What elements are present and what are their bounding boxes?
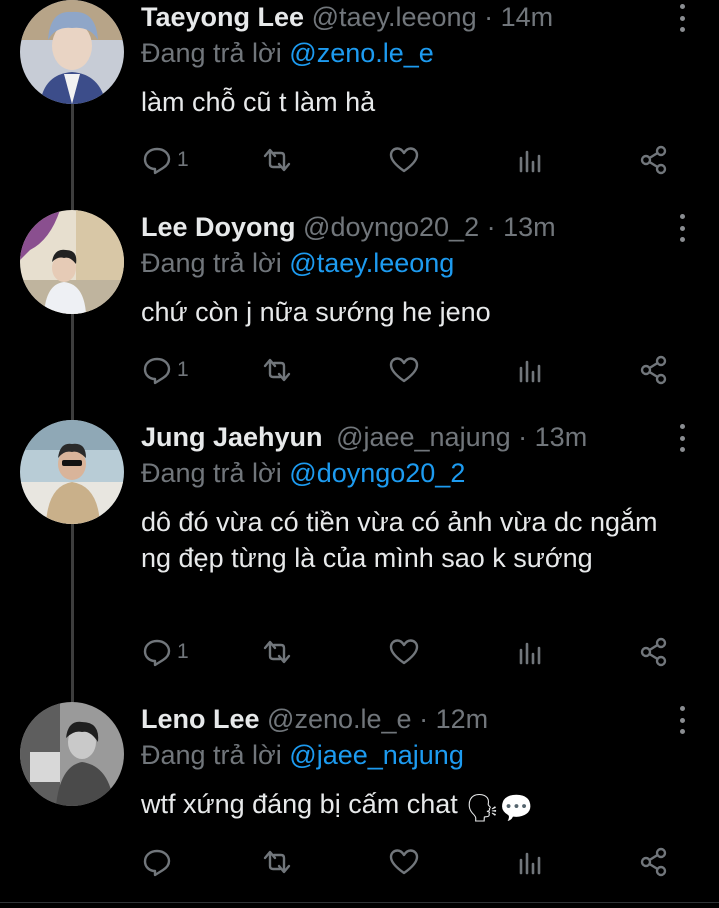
username[interactable]: @jaee_najung — [336, 422, 511, 452]
retweet-icon — [263, 148, 291, 172]
retweet-button[interactable] — [261, 634, 293, 670]
action-bar: 1 — [141, 634, 676, 670]
like-icon — [389, 147, 419, 173]
share-icon — [640, 355, 667, 385]
replying-to-label: Đang trả lời — [141, 38, 282, 68]
like-icon — [389, 849, 419, 875]
tweet[interactable]: Lee Doyong @doyngo20_2 · 13m Đang trả lờ… — [0, 210, 719, 410]
replying-to: Đang trả lời @doyngo20_2 — [141, 456, 465, 490]
display-name[interactable]: Lee Doyong — [141, 212, 296, 242]
reply-button[interactable]: 1 — [141, 142, 189, 178]
like-icon — [389, 639, 419, 665]
reply-icon — [143, 147, 171, 175]
separator-dot: · — [486, 212, 496, 242]
retweet-button[interactable] — [261, 352, 293, 388]
share-button[interactable] — [638, 142, 670, 178]
replying-to: Đang trả lời @zeno.le_e — [141, 36, 434, 70]
tweet[interactable]: Taeyong Lee @taey.leeong · 14m Đang trả … — [0, 0, 719, 200]
replying-to: Đang trả lời @taey.leeong — [141, 246, 454, 280]
tweet-text-content: wtf xứng đáng bị cấm chat — [141, 789, 458, 819]
retweet-icon — [263, 850, 291, 874]
replying-to-label: Đang trả lời — [141, 248, 282, 278]
timestamp[interactable]: 14m — [501, 2, 554, 32]
reply-button[interactable] — [141, 844, 177, 880]
action-bar: 1 — [141, 142, 676, 178]
analytics-icon — [519, 360, 541, 383]
analytics-icon — [519, 642, 541, 665]
analytics-icon — [519, 150, 541, 173]
display-name[interactable]: Jung Jaehyun — [141, 422, 323, 452]
speaking-head-speech-bubble-icon: 🗣💬 — [465, 793, 534, 823]
like-button[interactable] — [388, 142, 420, 178]
more-icon[interactable] — [675, 424, 689, 452]
action-bar — [141, 844, 676, 880]
tweet-header: Lee Doyong @doyngo20_2 · 13m — [141, 210, 556, 244]
reply-icon — [143, 357, 171, 385]
replying-to: Đang trả lời @jaee_najung — [141, 738, 464, 772]
replying-to-handle[interactable]: @zeno.le_e — [289, 38, 434, 68]
reply-icon — [143, 639, 171, 667]
more-icon[interactable] — [675, 4, 689, 32]
username[interactable]: @zeno.le_e — [267, 704, 412, 734]
display-name[interactable]: Leno Lee — [141, 704, 260, 734]
share-icon — [640, 847, 667, 877]
share-button[interactable] — [638, 352, 670, 388]
more-icon[interactable] — [675, 706, 689, 734]
tweet[interactable]: Jung Jaehyun @jaee_najung · 13m Đang trả… — [0, 420, 719, 690]
like-button[interactable] — [388, 634, 420, 670]
username[interactable]: @doyngo20_2 — [303, 212, 479, 242]
timestamp[interactable]: 13m — [503, 212, 556, 242]
analytics-button[interactable] — [515, 352, 547, 388]
reply-count: 1 — [177, 640, 189, 663]
retweet-button[interactable] — [261, 142, 293, 178]
action-bar: 1 — [141, 352, 676, 388]
share-button[interactable] — [638, 634, 670, 670]
avatar[interactable] — [20, 0, 124, 104]
retweet-icon — [263, 358, 291, 382]
reply-count: 1 — [177, 358, 189, 381]
reply-button[interactable]: 1 — [141, 634, 189, 670]
analytics-button[interactable] — [515, 844, 547, 880]
like-button[interactable] — [388, 352, 420, 388]
retweet-button[interactable] — [261, 844, 293, 880]
replying-to-handle[interactable]: @doyngo20_2 — [289, 458, 465, 488]
username[interactable]: @taey.leeong — [312, 2, 477, 32]
avatar[interactable] — [20, 210, 124, 314]
replying-to-handle[interactable]: @jaee_najung — [289, 740, 464, 770]
separator-dot: · — [419, 704, 429, 734]
tweet-text: dô đó vừa có tiền vừa có ảnh vừa dc ngắm… — [141, 507, 658, 573]
analytics-button[interactable] — [515, 142, 547, 178]
avatar[interactable] — [20, 420, 124, 524]
analytics-button[interactable] — [515, 634, 547, 670]
retweet-icon — [263, 640, 291, 664]
share-icon — [640, 145, 667, 175]
reply-button[interactable]: 1 — [141, 352, 189, 388]
reply-count: 1 — [177, 148, 189, 171]
tweet-text: chứ còn j nữa sướng he jeno — [141, 297, 491, 327]
replying-to-label: Đang trả lời — [141, 458, 282, 488]
separator-dot: · — [484, 2, 494, 32]
more-icon[interactable] — [675, 214, 689, 242]
divider — [0, 902, 719, 903]
display-name[interactable]: Taeyong Lee — [141, 2, 304, 32]
reply-icon — [143, 849, 171, 877]
tweet-header: Taeyong Lee @taey.leeong · 14m — [141, 0, 553, 34]
avatar[interactable] — [20, 702, 124, 806]
timestamp[interactable]: 13m — [535, 422, 588, 452]
separator-dot: · — [518, 422, 528, 452]
share-icon — [640, 637, 667, 667]
analytics-icon — [519, 852, 541, 875]
tweet-header: Jung Jaehyun @jaee_najung · 13m — [141, 420, 587, 454]
replying-to-label: Đang trả lời — [141, 740, 282, 770]
timestamp[interactable]: 12m — [436, 704, 489, 734]
like-button[interactable] — [388, 844, 420, 880]
like-icon — [389, 357, 419, 383]
tweet-header: Leno Lee @zeno.le_e · 12m — [141, 702, 488, 736]
tweet-text: wtf xứng đáng bị cấm chat 🗣💬 — [141, 786, 661, 826]
tweet[interactable]: Leno Lee @zeno.le_e · 12m Đang trả lời @… — [0, 702, 719, 902]
share-button[interactable] — [638, 844, 670, 880]
replying-to-handle[interactable]: @taey.leeong — [289, 248, 454, 278]
tweet-text: làm chỗ cũ t làm hả — [141, 87, 376, 117]
